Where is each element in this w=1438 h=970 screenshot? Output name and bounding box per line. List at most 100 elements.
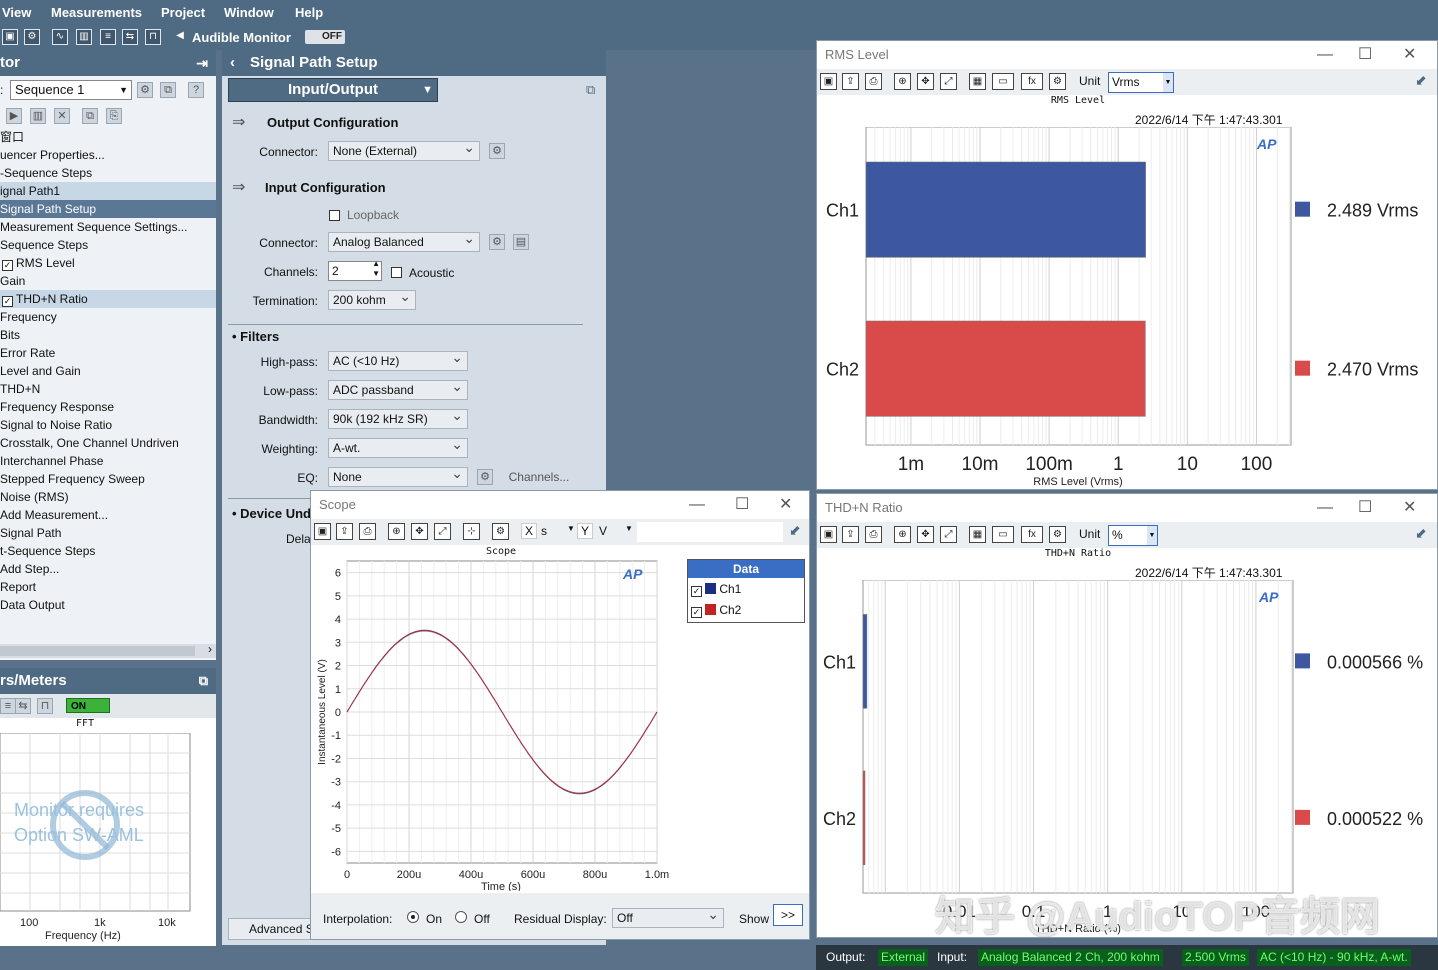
pan-icon[interactable]: ✥ — [411, 523, 428, 540]
output-status-value[interactable]: External — [878, 949, 929, 966]
maximize-icon[interactable]: ☐ — [1358, 41, 1372, 69]
close-icon[interactable]: ✕ — [779, 491, 792, 519]
menu-project[interactable]: Project — [161, 5, 205, 20]
tree-item[interactable]: Noise (RMS) — [0, 488, 216, 506]
cursor-icon[interactable]: ⊹ — [463, 523, 480, 540]
save-icon[interactable]: ▣ — [820, 73, 837, 90]
menu-measurements[interactable]: Measurements — [51, 5, 142, 20]
residual-select[interactable]: Off — [612, 905, 724, 928]
sequence-select[interactable]: Sequence 1 ▼ — [10, 80, 132, 100]
x-unit-value[interactable]: s — [541, 524, 547, 538]
tree-item[interactable]: ✓ RMS Level — [0, 254, 216, 272]
tree-item[interactable]: -Sequence Steps — [0, 164, 216, 182]
swap-icon[interactable]: ⇆ — [15, 698, 31, 714]
tree-item[interactable]: Bits — [0, 326, 216, 344]
maximize-icon[interactable]: ☐ — [735, 491, 749, 519]
chart-icon[interactable]: ▥ — [30, 108, 46, 124]
list-icon[interactable]: ≡ — [0, 698, 16, 714]
swap-icon[interactable]: ⇆ — [122, 29, 138, 45]
chevron-right-icon[interactable]: › — [208, 642, 212, 656]
dock-icon[interactable]: ⬋ — [1415, 525, 1427, 542]
tree-item[interactable]: Report — [0, 578, 216, 596]
legend-ch2[interactable]: ✓ Ch2 — [691, 603, 741, 618]
menu-help[interactable]: Help — [295, 5, 323, 20]
save-icon[interactable]: ▣ — [820, 526, 837, 543]
tree-item[interactable]: Sequence Steps — [0, 236, 216, 254]
gear-icon[interactable]: ⚙ — [24, 29, 40, 45]
pulse-icon[interactable]: ⊓ — [37, 698, 53, 714]
sequence-copy-icon[interactable]: ⧉ — [160, 82, 176, 98]
close-icon[interactable]: ✕ — [1403, 494, 1416, 522]
tree-item[interactable]: uencer Properties... — [0, 146, 216, 164]
input-settings-icon[interactable]: ⚙ — [489, 234, 505, 250]
tree-item[interactable]: Signal Path — [0, 524, 216, 542]
pulse-icon[interactable]: ⊓ — [145, 29, 161, 45]
chevron-down-icon[interactable]: ▼ — [625, 524, 633, 533]
gear-icon[interactable]: ⚙ — [1049, 73, 1066, 90]
tree-item[interactable]: Error Rate — [0, 344, 216, 362]
dock-icon[interactable]: ⬋ — [1415, 72, 1427, 89]
analyzer-icon[interactable]: ▥ — [76, 29, 92, 45]
sequence-settings-icon[interactable]: ⚙ — [137, 82, 153, 98]
tree-item[interactable]: Signal to Noise Ratio — [0, 416, 216, 434]
tree-item[interactable]: Level and Gain — [0, 362, 216, 380]
level-status-value[interactable]: 2.500 Vrms — [1182, 949, 1249, 966]
rms-unit-select[interactable]: Vrms ▼ — [1108, 72, 1174, 93]
zoom-icon[interactable]: ⊕ — [894, 526, 911, 543]
paste-icon[interactable]: ⎘ — [106, 108, 122, 124]
menu-view[interactable]: View — [2, 5, 31, 20]
generator-icon[interactable]: ∿ — [52, 29, 68, 45]
y-unit-value[interactable]: V — [599, 524, 607, 538]
function-icon[interactable]: fx — [1021, 526, 1043, 543]
graph-options-icon[interactable]: ▭ — [992, 526, 1014, 543]
menu-window[interactable]: Window — [224, 5, 274, 20]
close-icon[interactable]: ✕ — [1403, 41, 1416, 69]
fit-icon[interactable]: ⤢ — [940, 526, 957, 543]
output-connector-select[interactable]: None (External) — [328, 138, 480, 161]
input-connector-select[interactable]: Analog Balanced — [328, 229, 480, 252]
export-icon[interactable]: ⇪ — [842, 526, 859, 543]
acoustic-checkbox[interactable] — [391, 267, 402, 278]
horizontal-scrollbar[interactable]: › — [0, 642, 216, 658]
save-icon[interactable]: ▣ — [314, 523, 331, 540]
audible-monitor-toggle[interactable]: OFF — [305, 30, 345, 44]
tree-item[interactable]: ignal Path1 — [0, 182, 216, 200]
tree-item[interactable]: t-Sequence Steps — [0, 542, 216, 560]
maximize-icon[interactable]: ☐ — [1358, 494, 1372, 522]
gear-icon[interactable]: ⚙ — [492, 523, 509, 540]
zoom-icon[interactable]: ⊕ — [388, 523, 405, 540]
popout-icon[interactable]: ⧉ — [586, 82, 595, 98]
ch2-checkbox[interactable]: ✓ — [691, 607, 702, 618]
export-icon[interactable]: ⇪ — [842, 73, 859, 90]
tree-item[interactable]: Signal Path Setup — [0, 200, 216, 218]
tree-item[interactable]: Frequency Response — [0, 398, 216, 416]
lowpass-select[interactable]: ADC passband — [328, 377, 468, 400]
tree-item[interactable]: THD+N — [0, 380, 216, 398]
meters-on-toggle[interactable]: ON — [66, 698, 110, 713]
copy-icon[interactable]: ⧉ — [82, 108, 98, 124]
list-icon[interactable]: ≡ — [100, 29, 116, 45]
minimize-icon[interactable]: — — [689, 491, 705, 519]
advanced-button[interactable]: Advanced S — [228, 918, 318, 940]
table-icon[interactable]: ▦ — [969, 73, 986, 90]
fit-icon[interactable]: ⤢ — [940, 73, 957, 90]
back-icon[interactable]: ‹ — [230, 50, 235, 76]
function-icon[interactable]: fx — [1021, 73, 1043, 90]
filter-status-value[interactable]: AC (<10 Hz) - 90 kHz, A-wt. — [1257, 949, 1411, 966]
interp-off-radio[interactable] — [455, 911, 467, 923]
fit-icon[interactable]: ⤢ — [434, 523, 451, 540]
channels-stepper[interactable]: 2 ▲ ▼ — [328, 259, 382, 281]
more-button[interactable]: >> — [773, 904, 803, 926]
tree-item[interactable]: Add Measurement... — [0, 506, 216, 524]
pan-icon[interactable]: ✥ — [917, 73, 934, 90]
chevron-down-icon[interactable]: ▼ — [567, 524, 575, 533]
loopback-checkbox[interactable] — [329, 210, 340, 221]
minimize-icon[interactable]: — — [1317, 41, 1333, 69]
popout-icon[interactable]: ⧉ — [199, 668, 208, 694]
print-icon[interactable]: ⎙ — [359, 523, 376, 540]
highpass-select[interactable]: AC (<10 Hz) — [328, 348, 468, 371]
input-table-icon[interactable]: ▤ — [513, 234, 529, 250]
help-icon[interactable]: ? — [188, 82, 204, 98]
export-icon[interactable]: ⇪ — [336, 523, 353, 540]
print-icon[interactable]: ⎙ — [865, 526, 882, 543]
